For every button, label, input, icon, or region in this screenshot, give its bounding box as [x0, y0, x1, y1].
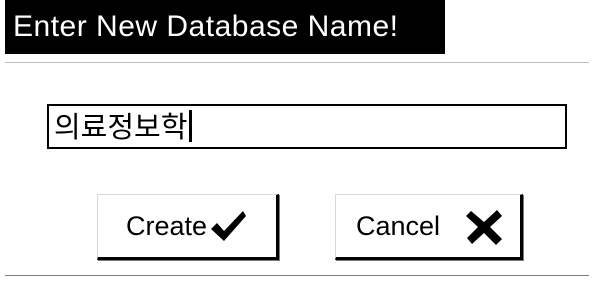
x-icon — [466, 210, 502, 245]
create-button[interactable]: Create — [97, 194, 279, 260]
dialog-body: 의료정보학 Create Cancel — [5, 62, 589, 276]
text-caret — [189, 110, 193, 142]
dialog-title: Enter New Database Name! — [13, 10, 399, 43]
dialog-titlebar: Enter New Database Name! — [5, 0, 445, 54]
cancel-button[interactable]: Cancel — [335, 194, 523, 260]
new-database-dialog: Enter New Database Name! 의료정보학 Create Ca… — [0, 0, 596, 304]
cancel-button-label: Cancel — [356, 211, 441, 241]
create-button-label: Create — [126, 211, 208, 241]
database-name-input[interactable]: 의료정보학 — [47, 104, 567, 149]
database-name-value: 의료정보학 — [54, 110, 188, 144]
checkmark-icon — [211, 211, 246, 241]
